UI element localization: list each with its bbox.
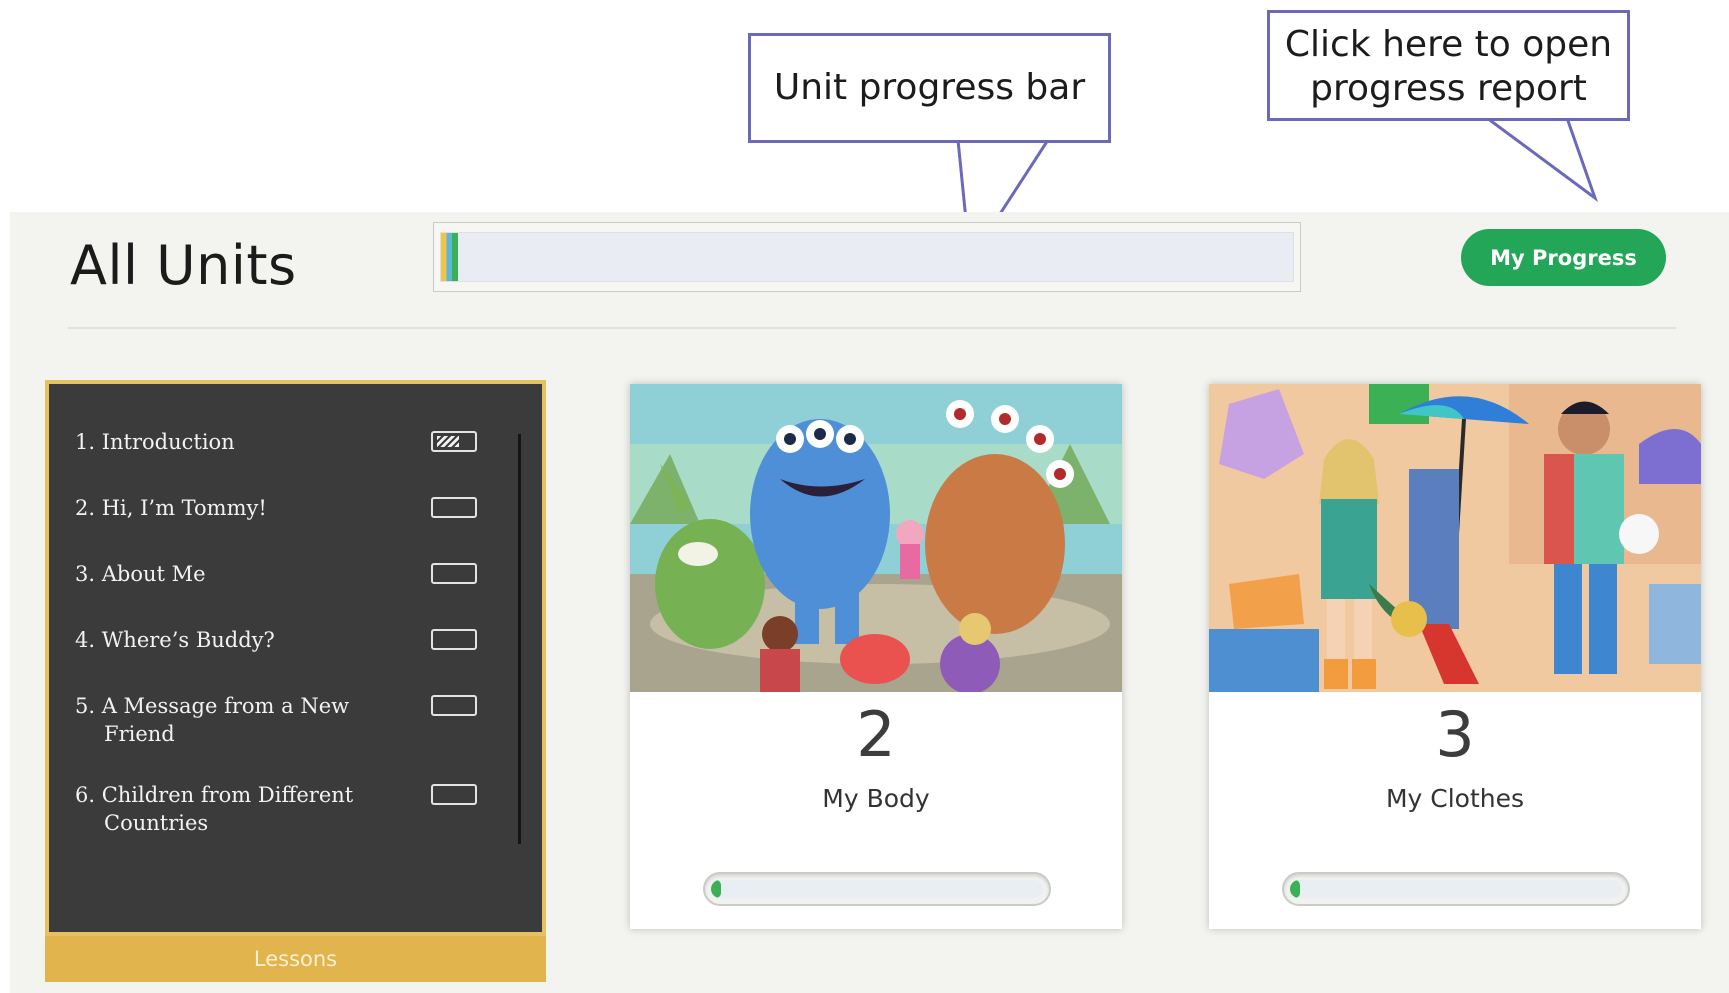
- progress-report-callout: Click here to open progress report: [1267, 10, 1631, 203]
- unit-progress-bar: [433, 222, 1301, 292]
- monsters-illustration: [630, 384, 1122, 692]
- lesson-status-checkbox: [431, 629, 477, 650]
- lesson-label: 6. Children from Different Countries: [75, 783, 354, 835]
- lesson-label: 5. A Message from a New Friend: [75, 694, 350, 746]
- unit-name: My Clothes: [1385, 784, 1525, 813]
- lesson-item[interactable]: 6. Children from Different Countries: [75, 781, 485, 837]
- callout-text: Unit progress bar: [773, 67, 1086, 108]
- unit-number: 3: [1435, 698, 1475, 771]
- lessons-panel: 1. Introduction 2. Hi, I’m Tommy! 3. Abo…: [45, 380, 546, 936]
- unit-card-progress-track: [1290, 880, 1622, 898]
- my-progress-button[interactable]: My Progress: [1461, 229, 1666, 286]
- unit-card-progress-track: [711, 880, 1043, 898]
- lesson-label: 4. Where’s Buddy?: [75, 628, 275, 652]
- divider: [68, 327, 1676, 329]
- unit-card-my-body[interactable]: 2 My Body: [630, 384, 1122, 929]
- callout-text-line1: Click here to open: [1284, 24, 1613, 65]
- lessons-scrollbar[interactable]: [518, 434, 521, 844]
- unit-card-my-clothes[interactable]: 3 My Clothes: [1209, 384, 1701, 929]
- unit-name: My Body: [822, 784, 930, 813]
- lessons-tab[interactable]: Lessons: [45, 936, 546, 982]
- callout-text-line2: progress report: [1310, 68, 1587, 109]
- unit-number: 2: [856, 698, 896, 771]
- unit-card-progress-bar: [703, 872, 1051, 906]
- units-page: All Units My Progress 1. Introduction 2.…: [10, 212, 1729, 993]
- clothes-illustration: [1209, 384, 1701, 692]
- lesson-item[interactable]: 4. Where’s Buddy?: [75, 626, 485, 654]
- callout-text-box: Unit progress bar: [748, 33, 1111, 143]
- lesson-item[interactable]: 1. Introduction: [75, 428, 485, 456]
- lesson-item[interactable]: 5. A Message from a New Friend: [75, 692, 485, 748]
- unit-progress-track: [440, 232, 1294, 282]
- lesson-status-checkbox: [431, 563, 477, 584]
- unit-card-progress-fill: [1290, 880, 1300, 898]
- lesson-status-checkbox: [431, 431, 477, 452]
- page-title: All Units: [70, 234, 297, 297]
- lesson-status-checkbox: [431, 695, 477, 716]
- unit-progress-fill: [441, 233, 459, 281]
- lesson-status-checkbox: [431, 497, 477, 518]
- callout-text-box: Click here to open progress report: [1267, 10, 1630, 121]
- lesson-item[interactable]: 3. About Me: [75, 560, 485, 588]
- lesson-status-checkbox: [431, 784, 477, 805]
- unit-card-progress-fill: [711, 880, 721, 898]
- unit-1-lessons-card[interactable]: 1. Introduction 2. Hi, I’m Tommy! 3. Abo…: [45, 380, 546, 982]
- lesson-label: 3. About Me: [75, 562, 206, 586]
- unit-card-progress-bar: [1282, 872, 1630, 906]
- lesson-label: 1. Introduction: [75, 430, 235, 454]
- lesson-label: 2. Hi, I’m Tommy!: [75, 496, 267, 520]
- lesson-item[interactable]: 2. Hi, I’m Tommy!: [75, 494, 485, 522]
